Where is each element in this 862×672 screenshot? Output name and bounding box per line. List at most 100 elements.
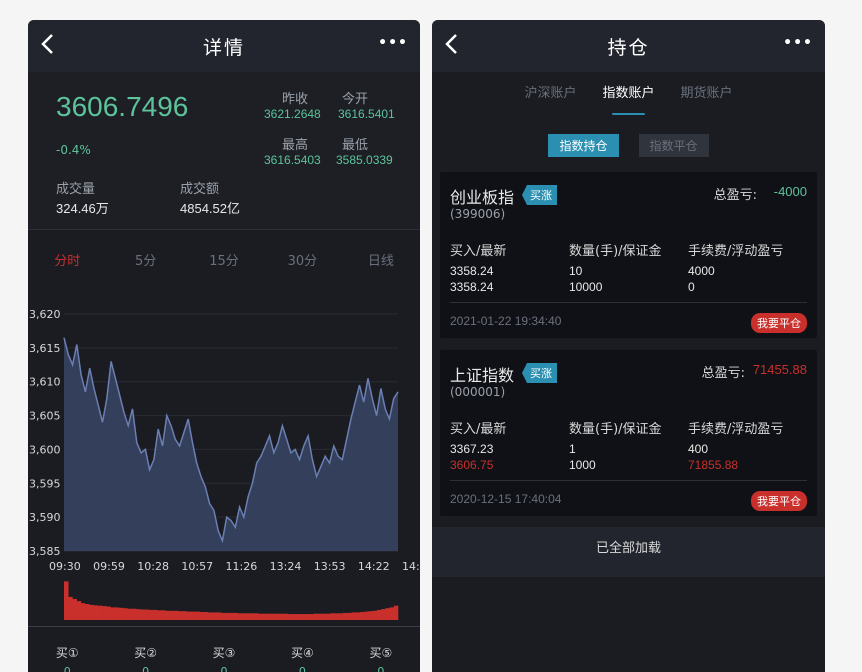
total-pnl-value: -4000 [773,184,807,199]
x-tick-label: 14:22 [358,560,390,573]
quantity: 10 [569,264,583,278]
tab-index-account[interactable]: 指数账户 [602,82,655,115]
volume-bar [376,609,382,620]
volume-bar [157,610,162,620]
tab-5min[interactable]: 5分 [106,248,184,276]
position-card[interactable]: 创业板指 买涨 (399006) 总盈亏: -4000 买入/最新 数量(手)/… [440,172,817,338]
volume-bar [110,607,115,620]
total-pnl-label: 总盈亏: [701,366,745,381]
close-position-button[interactable]: 我要平仓 [751,313,807,333]
quote-panel: 3606.7496 -0.4% 昨收 3621.2648 今开 3616.540… [28,72,420,230]
volume-bar [68,596,73,620]
bid-1-value: 0 [63,665,71,672]
volume-bar [368,611,373,620]
volume-bar [393,605,399,620]
page-title: 持仓 [607,36,650,59]
volume-bar [250,613,255,620]
col-header-price: 买入/最新 [450,244,507,259]
volume-bar [338,613,344,620]
volume-bar [385,608,390,620]
volume-bar [288,614,293,620]
volume-bar [292,614,297,620]
volume-bar [283,613,289,620]
period-tabs: 分时 5分 15分 30分 日线 [28,248,420,276]
divider [28,626,420,627]
floating-pnl: 71855.88 [688,458,739,472]
volume-bar [321,613,327,620]
bid-4-label: 买④ [291,646,314,660]
index-name: 创业板指 [450,188,515,207]
margin: 1000 [569,458,596,472]
volume-bar [296,614,301,620]
more-icon[interactable]: ••• [378,35,408,51]
volume-bar [220,612,225,620]
latest-price: 3358.24 [450,280,494,294]
volume-bar [76,601,82,620]
tab-index-closed[interactable]: 指数平仓 [638,134,709,157]
volume-bar [334,613,340,620]
tab-daily[interactable]: 日线 [342,248,420,276]
back-icon[interactable] [38,32,62,60]
volume-bar [80,603,86,620]
low-label: 最低 [342,138,369,153]
volume-bar [351,612,356,620]
close-position-button[interactable]: 我要平仓 [751,491,807,511]
volume-bar [245,613,251,620]
high-value: 3616.5403 [264,153,321,167]
current-price: 3606.7496 [56,91,189,122]
price-area [64,337,398,551]
x-tick-label: 11:26 [226,560,258,573]
volume-bar [195,611,200,620]
col-header-price: 买入/最新 [450,422,507,437]
buy-price: 3367.23 [450,442,494,456]
tab-index-holdings[interactable]: 指数持仓 [548,134,619,157]
detail-screen: 详情 ••• 3606.7496 -0.4% 昨收 3621.2648 今开 3… [28,20,420,672]
tab-30min[interactable]: 30分 [263,248,341,276]
volume-bar [347,612,352,620]
quantity: 1 [569,442,576,456]
volume-bar [343,612,348,620]
position-card[interactable]: 上证指数 买涨 (000001) 总盈亏: 71455.88 买入/最新 数量(… [440,350,817,516]
all-loaded-footer: 已全部加载 [432,527,825,577]
tab-futures-account[interactable]: 期货账户 [681,82,733,109]
col-header-fee: 手续费/浮动盈亏 [688,422,784,437]
volume-bar [258,613,263,620]
bid-values: 0 0 0 0 0 [28,665,420,672]
index-name: 上证指数 [450,366,515,385]
position-subtabs: 指数持仓 指数平仓 [432,134,825,157]
tab-15min[interactable]: 15分 [185,248,263,276]
y-tick-label: 3,610 [29,376,61,389]
x-tick-label: 10:28 [137,560,169,573]
buy-price: 3358.24 [450,264,494,278]
volume-bar [216,612,221,620]
divider [450,302,807,303]
y-tick-label: 3,590 [29,511,61,524]
tab-hushen-account[interactable]: 沪深账户 [524,82,576,109]
x-tick-label: 09:30 [49,560,81,573]
volume-bar [262,613,268,620]
tab-intraday[interactable]: 分时 [28,248,106,276]
back-icon[interactable] [442,32,466,60]
open-time: 2021-01-22 19:34:40 [450,314,562,328]
bid-3-value: 0 [220,665,228,672]
volume-bar [114,607,120,620]
volume-bar [372,610,378,620]
volume-bar [317,613,323,620]
x-tick-label: 13:53 [314,560,346,573]
fee: 400 [688,442,709,456]
volume-bar [313,613,318,620]
volume-bar [72,599,77,620]
y-tick-label: 3,615 [29,342,61,355]
bid-5-value: 0 [377,665,385,672]
volume-bar [148,609,154,620]
high-label: 最高 [282,138,309,153]
volume-bar [186,611,192,620]
volume-bar [389,607,394,620]
volume-bar [237,613,242,620]
amount-label: 成交额 [180,182,220,197]
more-icon[interactable]: ••• [783,35,813,51]
amount-value: 4854.52亿 [180,201,240,216]
volume-bar [123,608,128,620]
volume-bar [178,611,183,620]
volume-bar [233,612,238,620]
